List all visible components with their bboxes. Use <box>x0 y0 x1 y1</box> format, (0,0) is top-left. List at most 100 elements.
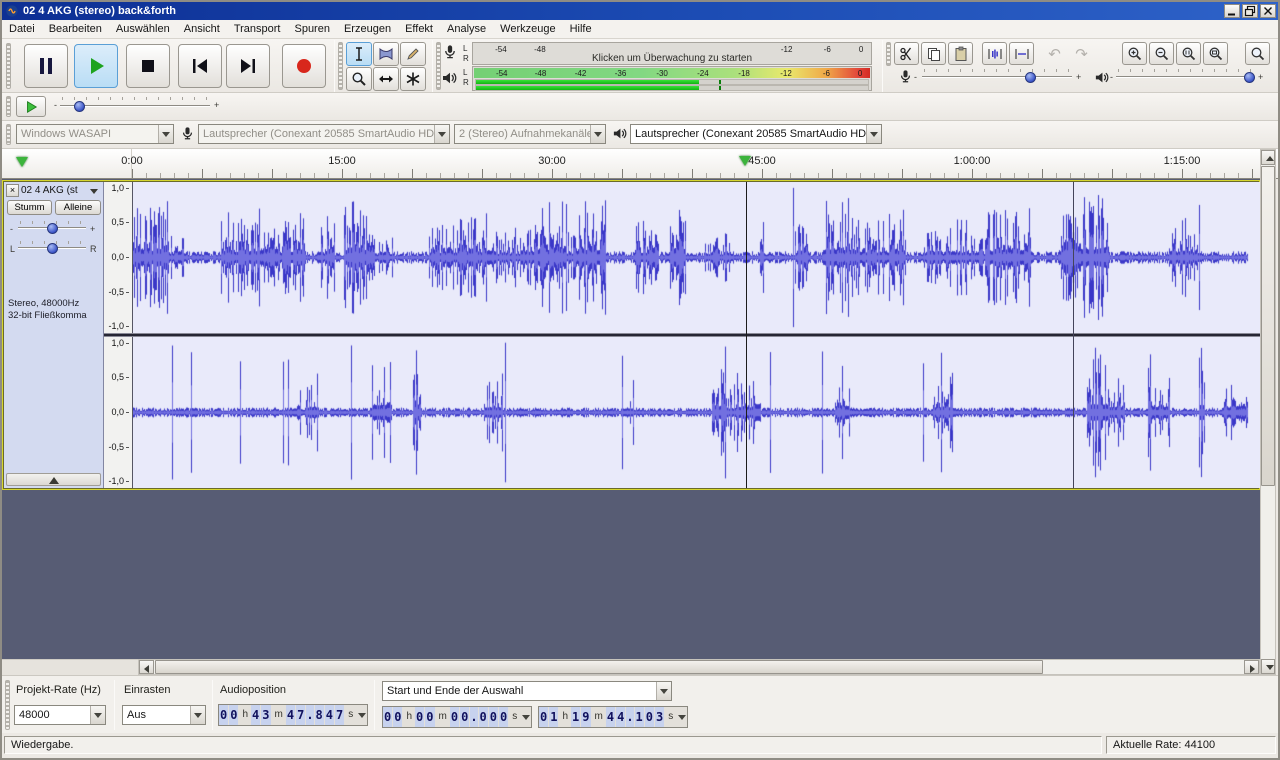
minimize-button[interactable] <box>1224 4 1240 18</box>
horizontal-scroll-thumb[interactable] <box>155 660 1043 674</box>
stop-button[interactable] <box>126 44 170 88</box>
vertical-scale-left-channel[interactable]: 1,0 0,5 0,0 -0,5 -1,0 <box>104 182 133 333</box>
redo-button[interactable]: ↷ <box>1069 42 1094 65</box>
solo-button[interactable]: Alleine <box>55 200 101 215</box>
scroll-down-button[interactable] <box>1261 659 1275 674</box>
menu-werkzeuge[interactable]: Werkzeuge <box>493 20 562 38</box>
waveform-right-channel[interactable] <box>133 337 1260 488</box>
scroll-up-button[interactable] <box>1261 150 1275 165</box>
snap-combo[interactable]: Aus <box>122 705 206 725</box>
copy-button[interactable] <box>921 42 946 65</box>
zoom-toggle-button[interactable] <box>1245 42 1270 65</box>
multi-tool-button[interactable] <box>400 67 426 91</box>
menu-spuren[interactable]: Spuren <box>287 20 336 38</box>
transport-toolbar-grabber[interactable] <box>6 43 11 89</box>
scroll-right-button[interactable] <box>1244 660 1259 674</box>
device-toolbar-grabber[interactable] <box>6 124 11 145</box>
timeline-scale[interactable]: 0:00 15:00 30:00 45:00 1:00:00 1:15:00 <box>132 149 1260 178</box>
time-format-arrow-icon[interactable] <box>520 707 532 727</box>
menu-hilfe[interactable]: Hilfe <box>563 20 599 38</box>
draw-tool-button[interactable] <box>400 42 426 66</box>
menu-transport[interactable]: Transport <box>227 20 288 38</box>
selection-end-field[interactable]: 01h19m44.103s <box>538 706 688 728</box>
selection-mode-combo[interactable]: Start und Ende der Auswahl <box>382 681 672 701</box>
track-title[interactable]: 02 4 AKG (st <box>21 185 87 196</box>
selection-toolbar-grabber[interactable] <box>5 680 10 730</box>
menu-effekt[interactable]: Effekt <box>398 20 440 38</box>
recording-device-combo[interactable]: Lautsprecher (Conexant 20585 SmartAudio … <box>198 124 450 144</box>
zoom-tool-button[interactable] <box>346 67 372 91</box>
gain-slider[interactable] <box>18 220 86 236</box>
menu-auswaehlen[interactable]: Auswählen <box>109 20 177 38</box>
horizontal-scrollbar[interactable] <box>138 659 1260 675</box>
pause-button[interactable] <box>24 44 68 88</box>
skip-to-start-button[interactable] <box>178 44 222 88</box>
slider-thumb[interactable] <box>1244 72 1255 83</box>
play-speed-slider[interactable] <box>60 96 210 116</box>
vertical-scale-right-channel[interactable]: 1,0 0,5 0,0 -0,5 -1,0 <box>104 337 133 488</box>
track-collapse-button[interactable] <box>6 473 101 486</box>
time-format-arrow-icon[interactable] <box>356 705 368 725</box>
selection-start-field[interactable]: 00h00m00.000s <box>382 706 532 728</box>
zoom-out-icon <box>1154 46 1170 62</box>
waveform-canvas-right[interactable] <box>133 337 1260 488</box>
record-button[interactable] <box>282 44 326 88</box>
menu-ansicht[interactable]: Ansicht <box>177 20 227 38</box>
timeline-pin-icon[interactable] <box>16 157 28 167</box>
arrow-left-icon <box>144 665 149 673</box>
playhead-marker[interactable] <box>739 156 751 166</box>
speed-toolbar-grabber[interactable] <box>6 96 11 117</box>
silence-selection-button[interactable] <box>1009 42 1034 65</box>
restore-button[interactable] <box>1242 4 1258 18</box>
menu-bearbeiten[interactable]: Bearbeiten <box>42 20 109 38</box>
audio-position-field[interactable]: 00h43m47.847s <box>218 704 368 726</box>
pan-slider[interactable] <box>18 240 86 256</box>
cut-button[interactable] <box>894 42 919 65</box>
project-rate-combo[interactable]: 48000 <box>14 705 106 725</box>
zoom-in-button[interactable] <box>1122 42 1147 65</box>
playback-volume-slider[interactable] <box>1116 68 1254 86</box>
seconds-value: 44.103 <box>606 707 665 727</box>
play-button[interactable] <box>74 44 118 88</box>
slider-thumb[interactable] <box>47 223 58 234</box>
slider-thumb[interactable] <box>74 101 85 112</box>
close-button[interactable] <box>1260 4 1276 18</box>
recording-volume-slider[interactable] <box>922 68 1072 86</box>
recording-meter[interactable]: -54 -48 -12 -6 0 Klicken um Überwachung … <box>472 42 872 65</box>
trim-outside-selection-button[interactable] <box>982 42 1007 65</box>
zoom-selection-button[interactable] <box>1176 42 1201 65</box>
fit-project-button[interactable] <box>1203 42 1228 65</box>
menu-erzeugen[interactable]: Erzeugen <box>337 20 398 38</box>
timeshift-tool-button[interactable] <box>373 67 399 91</box>
envelope-tool-button[interactable] <box>373 42 399 66</box>
slider-thumb[interactable] <box>47 243 58 254</box>
time-format-arrow-icon[interactable] <box>676 707 688 727</box>
pan-right-mark: R <box>90 244 97 254</box>
paste-button[interactable] <box>948 42 973 65</box>
track-menu-arrow-icon[interactable] <box>90 189 98 198</box>
menu-datei[interactable]: Datei <box>2 20 42 38</box>
recording-channels-combo[interactable]: 2 (Stereo) Aufnahmekanäle <box>454 124 606 144</box>
zoom-out-button[interactable] <box>1149 42 1174 65</box>
meter-scale-label: -30 <box>656 69 668 78</box>
scale-label: -0,5 <box>108 443 129 452</box>
waveform-canvas-left[interactable] <box>133 182 1260 333</box>
mute-button[interactable]: Stumm <box>7 200 52 215</box>
waveform-left-channel[interactable] <box>133 182 1260 333</box>
slider-thumb[interactable] <box>1025 72 1036 83</box>
vertical-scroll-thumb[interactable] <box>1261 166 1275 486</box>
scroll-left-button[interactable] <box>139 660 154 674</box>
vertical-scrollbar[interactable] <box>1260 149 1276 675</box>
edit-toolbar-grabber[interactable] <box>886 42 891 66</box>
time-tick-label: 30:00 <box>538 155 566 167</box>
skip-to-end-button[interactable] <box>226 44 270 88</box>
play-at-speed-button[interactable] <box>16 96 46 117</box>
playback-meter[interactable]: -54 -48 -42 -36 -30 -24 -18 -12 -6 0 <box>472 66 872 91</box>
menu-analyse[interactable]: Analyse <box>440 20 493 38</box>
playback-device-combo[interactable]: Lautsprecher (Conexant 20585 SmartAudio … <box>630 124 882 144</box>
undo-button[interactable]: ↶ <box>1042 42 1067 65</box>
track-close-button[interactable] <box>6 184 19 197</box>
selection-tool-button[interactable] <box>346 42 372 66</box>
audio-host-combo[interactable]: Windows WASAPI <box>16 124 174 144</box>
tools-toolbar-grabber[interactable] <box>338 42 343 90</box>
